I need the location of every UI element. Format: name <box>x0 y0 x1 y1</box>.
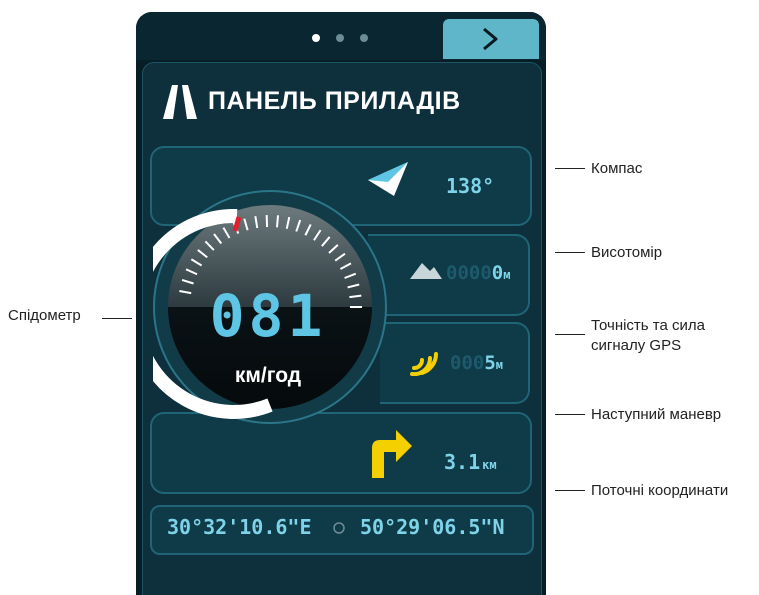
road-icon <box>163 85 197 119</box>
pager-dot-active[interactable] <box>312 34 320 42</box>
latitude-value: 50°29'06.5"N <box>360 515 505 539</box>
gps-dim-digits: 000 <box>450 352 485 374</box>
annotation-maneuver: Наступний маневр <box>591 406 722 423</box>
annotation-line-compass <box>555 168 585 169</box>
pager-dot[interactable] <box>336 34 344 42</box>
annotation-coordinates: Поточні координати <box>591 482 729 499</box>
gps-accuracy-value: 0005м <box>450 352 503 374</box>
annotation-line-maneuver <box>555 414 585 415</box>
top-bar <box>136 12 546 60</box>
annotation-line-altimeter <box>555 252 585 253</box>
turn-right-arrow-icon <box>372 430 412 478</box>
annotation-speedometer: Спідометр <box>8 307 81 324</box>
altitude-unit: м <box>503 268 511 282</box>
next-page-button[interactable] <box>443 19 539 59</box>
altitude-value: 00000м <box>446 262 510 284</box>
maneuver-distance: 3.1 км <box>444 450 497 474</box>
annotation-line-gps <box>555 334 585 335</box>
speed-unit: км/год <box>234 364 302 387</box>
maneuver-distance-value: 3.1 <box>444 450 481 474</box>
annotation-line-speedometer <box>102 318 132 319</box>
gps-digit: 5 <box>484 352 496 374</box>
annotation-gps-line1: Точність та сила <box>591 317 705 334</box>
gps-unit: м <box>495 358 504 372</box>
circle-separator-icon <box>333 522 345 534</box>
pager-dot[interactable] <box>360 34 368 42</box>
annotation-altimeter: Висотомір <box>591 244 663 261</box>
speed-value: 081 <box>209 282 327 350</box>
altitude-digit: 0 <box>491 262 504 284</box>
maneuver-distance-unit: км <box>482 458 497 472</box>
annotation-line-coordinates <box>555 490 585 491</box>
compass-value: 138° <box>446 174 495 198</box>
mountain-icon <box>410 263 442 279</box>
annotation-compass: Компас <box>591 160 643 177</box>
page-title: ПАНЕЛЬ ПРИЛАДІВ <box>208 87 461 115</box>
gps-signal-icon <box>410 352 438 376</box>
longitude-value: 30°32'10.6"E <box>167 515 312 539</box>
speed-tick <box>275 215 280 228</box>
chevron-right-icon <box>483 27 498 51</box>
annotation-gps-line2: сигналу GPS <box>591 337 682 354</box>
altitude-dim-digits: 0000 <box>446 262 492 284</box>
